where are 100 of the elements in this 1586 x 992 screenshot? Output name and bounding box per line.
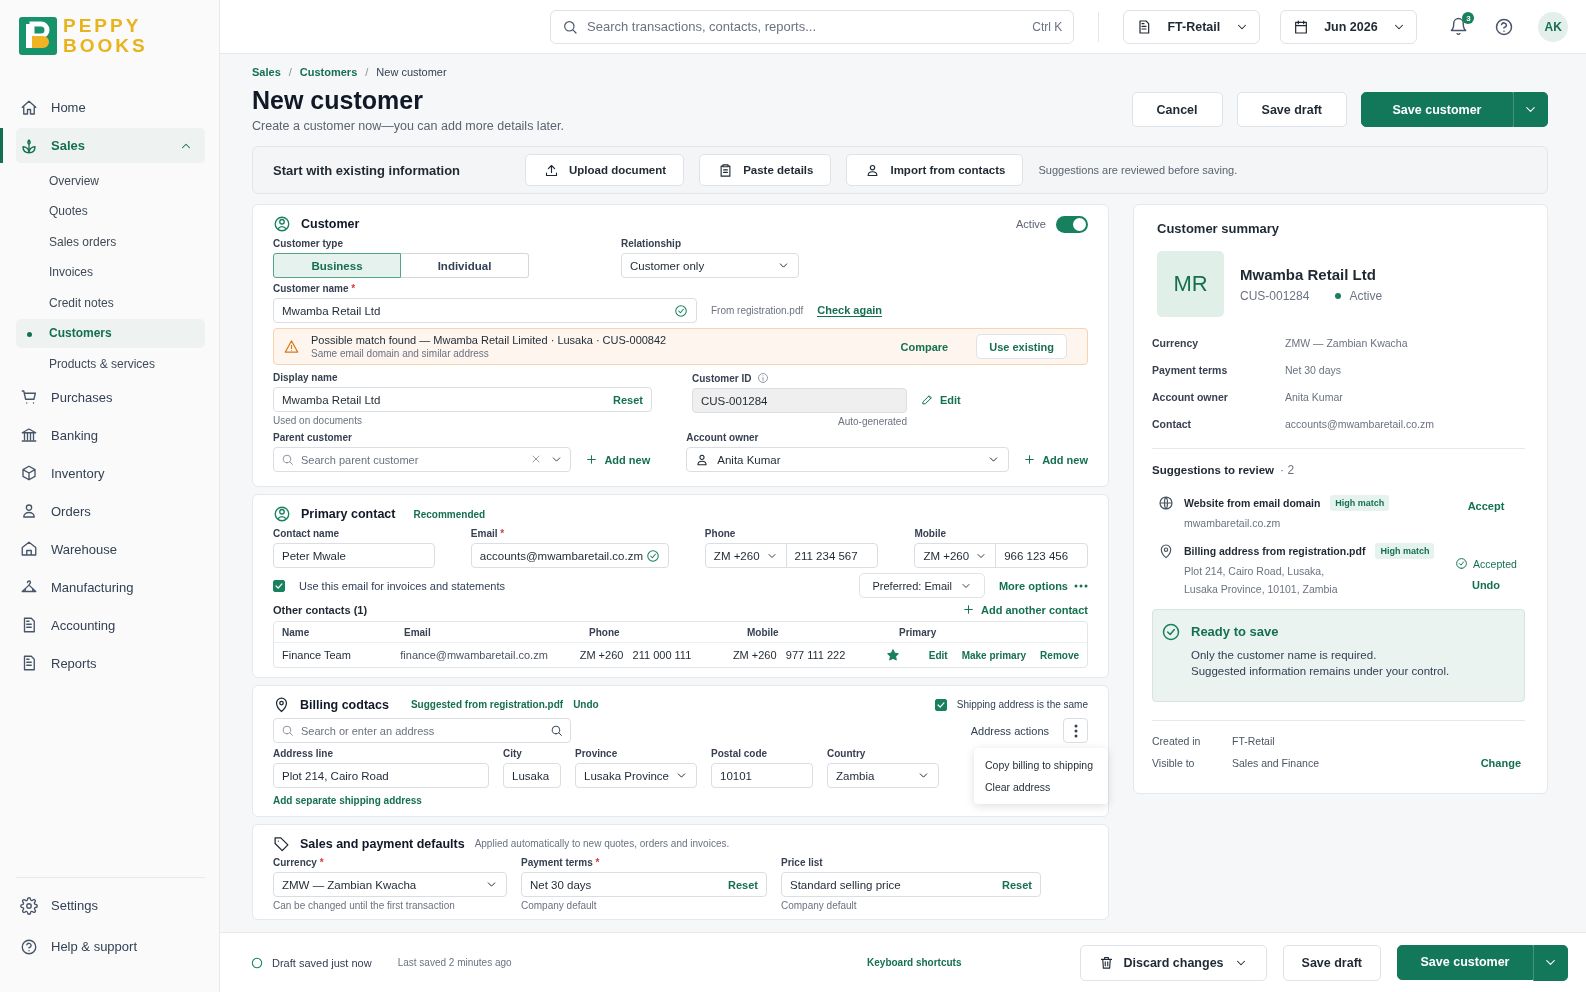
nav-item[interactable]: Banking xyxy=(16,417,205,453)
use-existing-button[interactable]: Use existing xyxy=(976,334,1067,359)
nav-subitem[interactable]: Overview xyxy=(16,166,205,196)
change-link[interactable]: Change xyxy=(1480,757,1521,769)
nav-item[interactable]: Accounting xyxy=(16,607,205,643)
segment-option[interactable]: Individual xyxy=(401,253,529,278)
cube-icon xyxy=(20,464,38,482)
more-options-link[interactable]: More options xyxy=(998,579,1088,592)
relationship-select[interactable]: Customer only xyxy=(621,253,799,278)
nav-subitem[interactable]: Sales orders xyxy=(16,227,205,257)
menu-item[interactable]: Copy billing to shipping xyxy=(974,754,1108,776)
nav-subitem[interactable]: Customers xyxy=(16,318,205,348)
edit-link[interactable]: Edit xyxy=(921,393,961,406)
search-icon xyxy=(562,18,578,35)
row-action-link[interactable]: Edit xyxy=(928,649,948,661)
source-note: From registration.pdf xyxy=(711,305,804,316)
suggestion-action-link[interactable]: Undo xyxy=(1471,579,1501,591)
active-toggle[interactable] xyxy=(1056,215,1088,233)
field-hint: Can be changed until the first transaction xyxy=(273,900,456,911)
save-draft-button[interactable]: Save draft xyxy=(1236,92,1347,127)
section-title: Primary contact xyxy=(301,507,396,521)
period-selector[interactable]: Jun 2026 xyxy=(1280,9,1418,44)
nav-item[interactable]: Settings xyxy=(16,888,205,923)
detail-label: Account owner xyxy=(1152,391,1229,403)
select-field[interactable]: ZMW — Zambian Kwacha xyxy=(273,872,507,897)
address-field[interactable]: Plot 214, Cairo Road xyxy=(273,763,489,788)
save-customer-button[interactable]: Save customer xyxy=(1397,944,1533,980)
text-field[interactable]: Net 30 days Reset xyxy=(521,872,767,897)
section-title: Billing codtacs xyxy=(300,697,389,712)
organization-selector[interactable]: FT-Retail xyxy=(1123,9,1261,44)
checkbox[interactable] xyxy=(934,698,947,711)
customer-name-field[interactable]: Mwamba Retail Ltd xyxy=(273,298,697,323)
save-draft-button[interactable]: Save draft xyxy=(1282,944,1381,981)
check-icon xyxy=(935,699,946,710)
nav-item[interactable]: Help & support xyxy=(16,929,205,964)
row-action-link[interactable]: Make primary xyxy=(961,649,1027,661)
nav-subitem[interactable]: Invoices xyxy=(16,257,205,287)
detail-value: accounts@mwambaretail.co.zm xyxy=(1285,418,1434,430)
notifications-button[interactable]: 3 xyxy=(1445,13,1473,40)
nav-item[interactable]: Manufacturing xyxy=(16,569,205,605)
import-button[interactable]: Upload document xyxy=(525,154,685,186)
parent-customer-field[interactable]: Search parent customer xyxy=(273,447,572,472)
customer-avatar: MR xyxy=(1157,251,1224,317)
import-button[interactable]: Import from contacts xyxy=(846,154,1024,186)
field-hint: Company default xyxy=(781,900,858,911)
text-field[interactable]: Standard selling price Reset xyxy=(781,872,1041,897)
breadcrumb-link[interactable]: Sales xyxy=(252,66,281,78)
discard-changes-button[interactable]: Discard changes xyxy=(1079,944,1267,981)
keyboard-shortcuts-link[interactable]: Keyboard shortcuts xyxy=(867,957,962,968)
kebab-icon xyxy=(1073,723,1078,738)
suggestion-detail: Plot 214, Cairo Road, Lusaka, xyxy=(1184,565,1326,577)
compare-link[interactable]: Compare xyxy=(900,340,949,353)
segment-option[interactable]: Business xyxy=(273,253,401,278)
menu-item[interactable]: Clear address xyxy=(974,776,1108,798)
breadcrumb-link[interactable]: Customers xyxy=(299,66,358,78)
email-field[interactable]: accounts@mwambaretail.co.zm xyxy=(470,543,669,568)
suggestion-action-link[interactable]: Accept xyxy=(1467,500,1505,512)
address-field[interactable]: Lusaka xyxy=(503,763,561,788)
field-label: City xyxy=(503,748,523,759)
import-button[interactable]: Paste details xyxy=(699,154,832,186)
add-shipping-link[interactable]: Add separate shipping address xyxy=(273,795,422,806)
check-again-link[interactable]: Check again xyxy=(817,304,883,317)
contact-name-field[interactable]: Peter Mwale xyxy=(273,543,435,568)
row-action-link[interactable]: Remove xyxy=(1040,649,1079,661)
reset-link[interactable]: Reset xyxy=(613,393,643,406)
add-new-link[interactable]: Add new xyxy=(585,453,651,466)
nav-item[interactable]: Inventory xyxy=(16,455,205,491)
nav-item[interactable]: Orders xyxy=(16,493,205,529)
search-icon xyxy=(281,724,294,737)
address-search-field[interactable]: Search or enter an address xyxy=(273,718,571,743)
nav-item[interactable]: Home xyxy=(16,90,205,125)
nav-subitem[interactable]: Products & services xyxy=(16,349,205,379)
checkbox[interactable] xyxy=(273,579,285,592)
nav-item[interactable]: Warehouse xyxy=(16,531,205,567)
cart-icon xyxy=(20,388,38,406)
table-cell-text: ZM +260 211 000 111 xyxy=(579,649,693,661)
plus-icon xyxy=(962,603,976,616)
account-owner-select[interactable]: Anita Kumar xyxy=(686,447,1010,472)
add-new-link[interactable]: Add new xyxy=(1023,453,1088,466)
nav-item[interactable]: Reports xyxy=(16,645,205,681)
reset-link[interactable]: Reset xyxy=(1002,878,1032,891)
address-field[interactable]: 10101 xyxy=(711,763,813,788)
save-customer-button[interactable]: Save customer xyxy=(1361,92,1513,127)
preferred-channel-select[interactable]: Preferred: Email xyxy=(859,573,985,598)
cancel-button[interactable]: Cancel xyxy=(1131,92,1223,127)
address-select[interactable]: Lusaka Province xyxy=(575,763,697,788)
field-hint: Company default xyxy=(521,900,598,911)
toggle-label: Active xyxy=(1016,218,1046,230)
save-options-button[interactable] xyxy=(1533,944,1568,981)
add-contact-link[interactable]: Add another contact xyxy=(962,603,1088,616)
detail-label: Contact xyxy=(1152,418,1193,430)
nav-subitem[interactable]: Quotes xyxy=(16,196,205,226)
address-select[interactable]: Zambia xyxy=(827,763,939,788)
nav-item[interactable]: Purchases xyxy=(16,379,205,415)
field-label: Contact name xyxy=(273,528,341,539)
reset-link[interactable]: Reset xyxy=(728,878,758,891)
undo-link[interactable]: Undo xyxy=(573,699,599,710)
nav-subitem[interactable]: Credit notes xyxy=(16,288,205,318)
user-avatar[interactable]: AK xyxy=(1538,11,1568,42)
display-name-field[interactable]: Mwamba Retail Ltd Reset xyxy=(273,387,652,412)
